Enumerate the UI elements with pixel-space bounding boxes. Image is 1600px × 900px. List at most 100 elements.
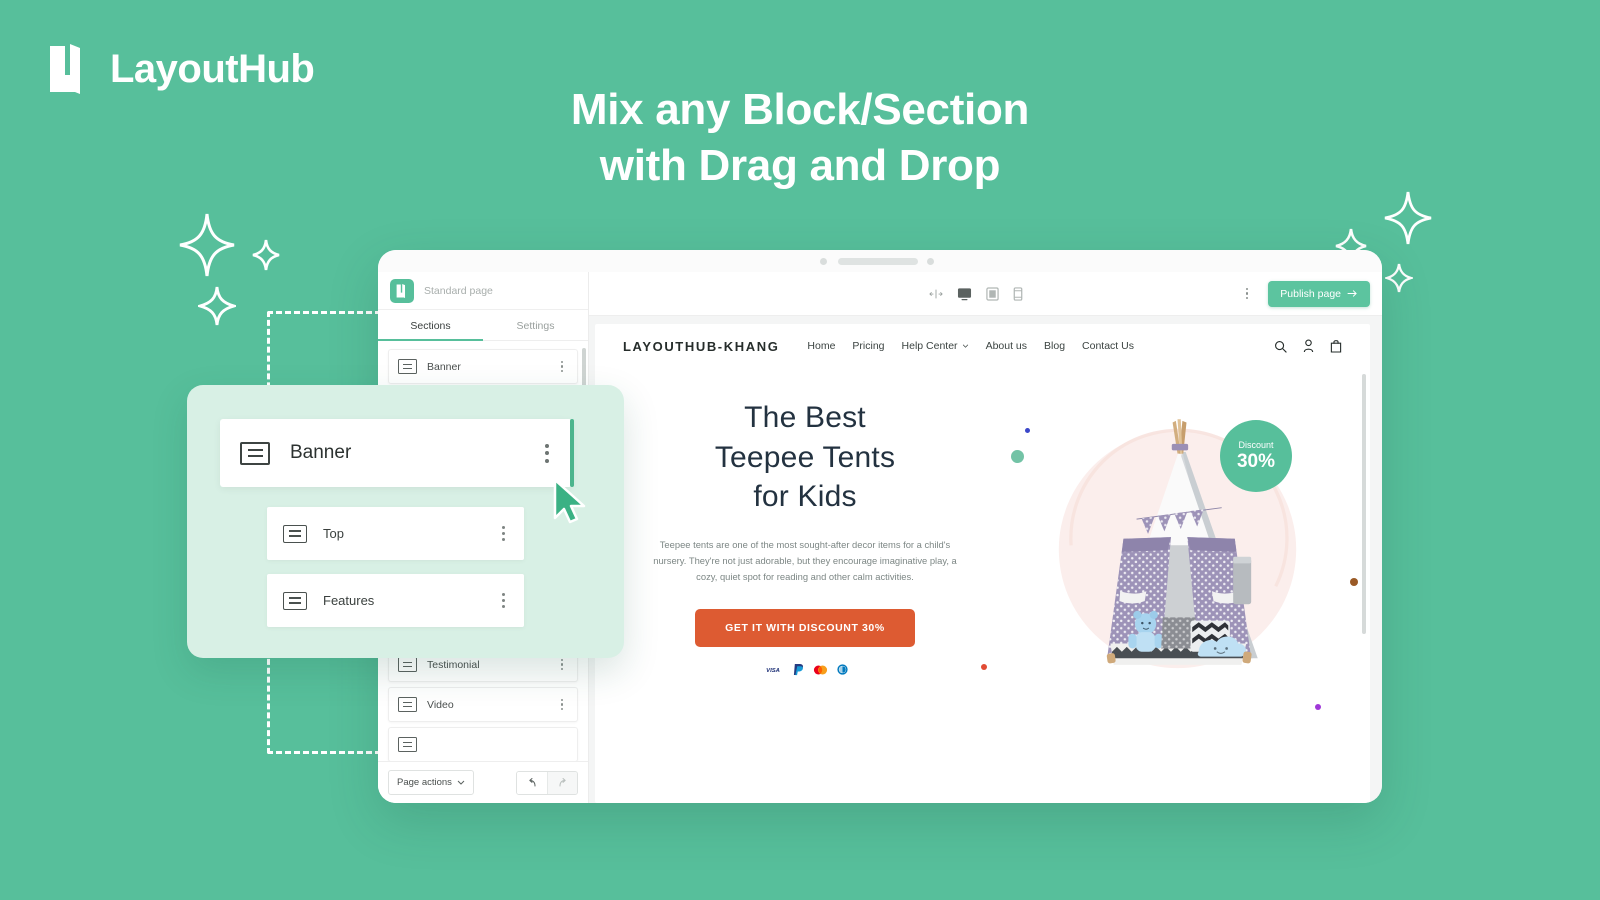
tab-sections[interactable]: Sections xyxy=(378,310,483,341)
tab-settings[interactable]: Settings xyxy=(483,310,588,340)
drag-cursor-icon xyxy=(551,478,593,529)
discount-label: Discount xyxy=(1238,439,1274,450)
hero-title-line-1: The Best xyxy=(744,401,866,434)
history-buttons xyxy=(516,770,578,795)
dragged-item-banner[interactable]: Banner xyxy=(220,419,572,487)
section-label: Video xyxy=(427,698,454,711)
arrow-right-icon xyxy=(1347,290,1357,297)
publish-page-button[interactable]: Publish page xyxy=(1268,280,1370,307)
nav-link-blog[interactable]: Blog xyxy=(1044,340,1065,352)
nav-link-contact-us[interactable]: Contact Us xyxy=(1082,340,1134,352)
page-actions-label: Page actions xyxy=(397,777,452,788)
page-actions-button[interactable]: Page actions xyxy=(388,770,474,795)
window-pill xyxy=(838,258,918,265)
nav-label: Contact Us xyxy=(1082,340,1134,352)
site-menu: Home Pricing Help Center About us Blog C… xyxy=(807,340,1134,352)
resize-width-icon[interactable] xyxy=(929,288,943,300)
hero-title-line-2: Teepee Tents xyxy=(714,440,896,474)
dragged-item-label: Banner xyxy=(290,442,352,463)
child-item-label: Top xyxy=(323,526,344,541)
window-dot xyxy=(820,258,827,265)
decor-dot xyxy=(981,664,987,670)
panel-footer: Page actions xyxy=(378,761,588,803)
block-icon xyxy=(240,441,270,465)
drag-indicator-bar xyxy=(570,419,574,487)
preview-toolbar: Publish page xyxy=(589,272,1382,316)
site-logo: LAYOUTHUB-KHANG xyxy=(623,338,780,354)
mastercard-icon xyxy=(813,665,828,675)
hero-description: Teepee tents are one of the most sought-… xyxy=(653,538,957,583)
headline-line-1: Mix any Block/Section xyxy=(570,85,1030,134)
nav-link-pricing[interactable]: Pricing xyxy=(852,340,884,352)
redo-icon xyxy=(558,777,566,787)
nav-label: Home xyxy=(807,340,836,352)
section-label: Banner xyxy=(427,360,461,373)
block-icon xyxy=(398,697,417,712)
nav-link-help-center[interactable]: Help Center xyxy=(902,340,969,352)
mobile-icon[interactable] xyxy=(1013,286,1023,301)
block-icon xyxy=(398,657,417,672)
cart-icon[interactable] xyxy=(1330,339,1342,353)
child-item-features[interactable]: Features xyxy=(267,574,524,627)
block-icon xyxy=(398,359,417,374)
redo-button[interactable] xyxy=(547,771,577,794)
page-title: Mix any Block/Section with Drag and Drop xyxy=(0,82,1600,195)
dragged-item-menu-icon[interactable] xyxy=(540,443,554,463)
decor-dot xyxy=(1350,578,1358,586)
nav-label: Help Center xyxy=(901,340,958,352)
section-menu-icon[interactable] xyxy=(556,699,568,710)
undo-button[interactable] xyxy=(517,771,547,794)
hero-image-column: Discount 30% xyxy=(981,398,1370,710)
svg-text:VISA: VISA xyxy=(766,668,780,674)
search-icon[interactable] xyxy=(1274,340,1287,353)
block-icon xyxy=(398,737,417,752)
section-menu-icon[interactable] xyxy=(556,361,568,372)
site-navbar: LAYOUTHUB-KHANG Home Pricing Help Center… xyxy=(595,324,1370,368)
teepee-tent-photo xyxy=(985,398,1370,676)
site-preview: LAYOUTHUB-KHANG Home Pricing Help Center… xyxy=(595,324,1370,803)
diners-club-icon xyxy=(837,664,848,675)
child-item-menu-icon[interactable] xyxy=(497,593,509,608)
desktop-icon[interactable] xyxy=(957,287,972,301)
layouthub-mini-logo-icon[interactable] xyxy=(390,278,414,303)
hero-title-line-3: for Kids xyxy=(753,480,857,514)
nav-label: Blog xyxy=(1044,340,1066,352)
visa-icon: VISA xyxy=(762,665,784,675)
block-icon xyxy=(283,524,307,543)
child-item-menu-icon[interactable] xyxy=(497,526,509,541)
nav-label: Pricing xyxy=(852,340,885,352)
hero-text-column: The Best Teepee Tents for Kids Teepee te… xyxy=(595,398,985,676)
chevron-down-icon xyxy=(962,344,968,348)
block-icon xyxy=(283,591,307,610)
tablet-icon[interactable] xyxy=(986,286,999,301)
preview-area: Publish page LAYOUTHUB-KHANG Home Pricin… xyxy=(589,272,1382,803)
window-dot xyxy=(927,258,934,265)
account-icon[interactable] xyxy=(1303,339,1314,353)
paypal-icon xyxy=(793,664,804,676)
cta-button[interactable]: GET IT WITH DISCOUNT 30% xyxy=(695,609,915,648)
sparkle-icon xyxy=(198,285,236,327)
nav-link-about-us[interactable]: About us xyxy=(986,340,1027,352)
section-item-partial[interactable] xyxy=(388,727,578,761)
page-name-field[interactable]: Standard page xyxy=(424,285,493,297)
undo-icon xyxy=(529,777,536,787)
section-menu-icon[interactable] xyxy=(556,659,568,670)
window-chrome xyxy=(378,250,1382,272)
sparkle-icon xyxy=(178,212,236,278)
panel-header: Standard page xyxy=(378,272,588,310)
hero-title: The Best Teepee Tents for Kids xyxy=(625,398,985,517)
decor-dot xyxy=(1011,450,1024,463)
decor-dot xyxy=(1025,428,1030,433)
more-vertical-icon[interactable] xyxy=(1240,288,1254,299)
decor-dot xyxy=(1315,704,1321,710)
child-item-top[interactable]: Top xyxy=(267,507,524,560)
publish-label: Publish page xyxy=(1280,287,1341,300)
nav-link-home[interactable]: Home xyxy=(807,340,835,352)
sparkle-icon xyxy=(251,238,281,272)
hero-section: The Best Teepee Tents for Kids Teepee te… xyxy=(595,368,1370,710)
sparkle-icon xyxy=(1385,262,1413,294)
section-label: Testimonial xyxy=(427,658,480,671)
section-item-banner[interactable]: Banner xyxy=(388,349,578,384)
section-item-video[interactable]: Video xyxy=(388,687,578,722)
chevron-down-icon xyxy=(457,780,465,785)
